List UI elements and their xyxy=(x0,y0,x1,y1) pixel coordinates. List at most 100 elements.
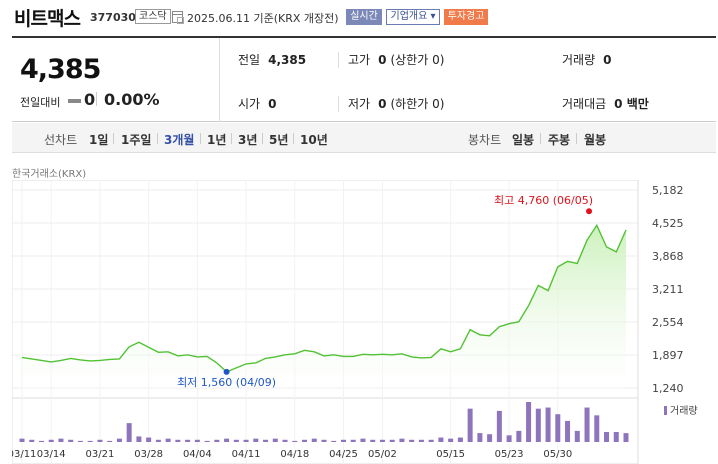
volume-bar xyxy=(77,440,83,442)
stat-label: 시가 xyxy=(238,97,261,111)
divider xyxy=(96,92,97,106)
x-tick-label: 04/25 xyxy=(329,449,358,460)
divider xyxy=(338,96,339,112)
volume-bar xyxy=(526,402,532,442)
volume-bar xyxy=(292,440,298,442)
volume-bar xyxy=(97,439,103,442)
stat-prev-close: 전일 4,385 xyxy=(238,51,306,68)
stat-label: 전일 xyxy=(238,53,261,67)
tab-5year[interactable]: 5년 xyxy=(269,131,288,148)
company-overview-dropdown[interactable]: 기업개요 ▾ xyxy=(386,9,440,25)
line-chart-label: 선차트 xyxy=(44,133,78,147)
volume-bar xyxy=(311,438,317,442)
x-tick-label: 05/30 xyxy=(543,449,572,460)
volume-bar xyxy=(389,439,395,442)
x-tick-label: 05/15 xyxy=(436,449,465,460)
stat-sub: (상한가 0) xyxy=(390,53,445,67)
divider xyxy=(262,133,263,144)
volume-bar xyxy=(379,439,385,442)
volume-bar xyxy=(19,438,25,442)
volume-bar xyxy=(340,439,346,442)
volume-bar xyxy=(126,423,132,442)
market-badge: 코스닥 xyxy=(135,9,171,24)
tab-1day[interactable]: 1일 xyxy=(89,131,108,148)
volume-bar xyxy=(175,439,181,442)
tab-3year[interactable]: 3년 xyxy=(238,131,257,148)
stat-sub: (하한가 0) xyxy=(390,97,445,111)
stat-open: 시가 0 xyxy=(238,95,276,112)
volume-bar xyxy=(233,439,239,442)
volume-bar xyxy=(623,433,629,442)
tab-1week[interactable]: 1주일 xyxy=(121,131,151,148)
high-label: 최고 4,760 (06/05) xyxy=(494,194,593,207)
divider xyxy=(576,133,577,144)
y-tick-label: 4,525 xyxy=(652,217,684,230)
flat-icon xyxy=(68,99,81,103)
volume-bar xyxy=(204,440,210,442)
low-point xyxy=(223,368,230,375)
stock-name[interactable]: 비트맥스 xyxy=(14,4,81,31)
volume-bar xyxy=(574,430,580,442)
volume-bar xyxy=(321,439,327,442)
volume-bar xyxy=(136,436,142,442)
volume-bar xyxy=(87,440,93,442)
tab-weekly[interactable]: 주봉 xyxy=(548,131,570,148)
x-tick-label: 04/04 xyxy=(183,449,212,460)
volume-legend-swatch xyxy=(664,406,667,415)
price-diff: 0 xyxy=(84,90,96,109)
x-tick-label: 05/02 xyxy=(368,449,397,460)
divider xyxy=(200,133,201,144)
volume-bar xyxy=(438,437,444,442)
chart-tabbar: 선차트 1일 1주일 3개월 1년 3년 5년 10년 봉차트 일봉 주봉 월봉 xyxy=(12,123,716,153)
tab-monthly[interactable]: 월봉 xyxy=(584,131,606,148)
tab-3month[interactable]: 3개월 xyxy=(164,131,194,148)
volume-bar xyxy=(613,432,619,442)
y-tick-label: 1,240 xyxy=(652,382,684,395)
tab-daily[interactable]: 일봉 xyxy=(512,131,534,148)
volume-bar xyxy=(68,439,74,442)
candle-chart-label: 봉차트 xyxy=(468,133,502,147)
price-summary: 4,385 전일대비 0 0.00% 전일 4,385 고가 0 (상한가 0) 거래… xyxy=(12,36,716,122)
current-price: 4,385 xyxy=(20,54,101,85)
x-tick-label: 04/18 xyxy=(280,449,309,460)
y-tick-label: 2,554 xyxy=(652,316,684,329)
price-chart[interactable]: 5,182 4,525 3,868 3,211 2,554 1,897 1,240 최고 4,… xyxy=(12,180,716,464)
volume-bar xyxy=(48,439,54,442)
x-tick-label: 03/14 xyxy=(37,449,66,460)
tab-10year[interactable]: 10년 xyxy=(300,131,328,148)
volume-bar xyxy=(185,439,191,442)
volume-bar xyxy=(155,439,161,442)
volume-bar xyxy=(214,439,220,442)
volume-bar xyxy=(594,415,600,442)
divider xyxy=(157,133,158,144)
stock-header: 비트맥스 377030 코스닥 2025.06.11 기준(KRX 개장전) 실… xyxy=(0,0,718,34)
data-source: 한국거래소(KRX) xyxy=(12,169,87,180)
price-rate: 0.00% xyxy=(104,90,160,109)
y-tick-label: 3,211 xyxy=(652,283,684,296)
volume-bar xyxy=(565,420,571,442)
volume-bar xyxy=(428,439,434,442)
calendar-icon xyxy=(172,11,184,24)
stat-volume: 거래량 0 xyxy=(562,51,611,68)
volume-bar xyxy=(418,439,424,442)
volume-bar xyxy=(282,439,288,442)
volume-bar xyxy=(165,438,171,442)
tab-1year[interactable]: 1년 xyxy=(207,131,226,148)
volume-bar xyxy=(409,439,415,442)
volume-bar xyxy=(506,435,512,442)
volume-legend: 거래량 xyxy=(670,405,698,417)
volume-bar xyxy=(194,439,200,442)
volume-bar xyxy=(253,438,259,442)
volume-bar xyxy=(224,438,230,442)
x-tick-label: 03/28 xyxy=(134,449,163,460)
volume-bar xyxy=(457,437,463,442)
volume-bar xyxy=(604,432,610,442)
y-tick-label: 5,182 xyxy=(652,184,684,197)
divider xyxy=(113,133,114,144)
realtime-button[interactable]: 실시간 xyxy=(346,9,382,25)
volume-bar xyxy=(243,439,249,442)
volume-bar xyxy=(116,438,122,442)
volume-bar xyxy=(477,433,483,442)
volume-bar xyxy=(584,407,590,442)
divider xyxy=(231,133,232,144)
